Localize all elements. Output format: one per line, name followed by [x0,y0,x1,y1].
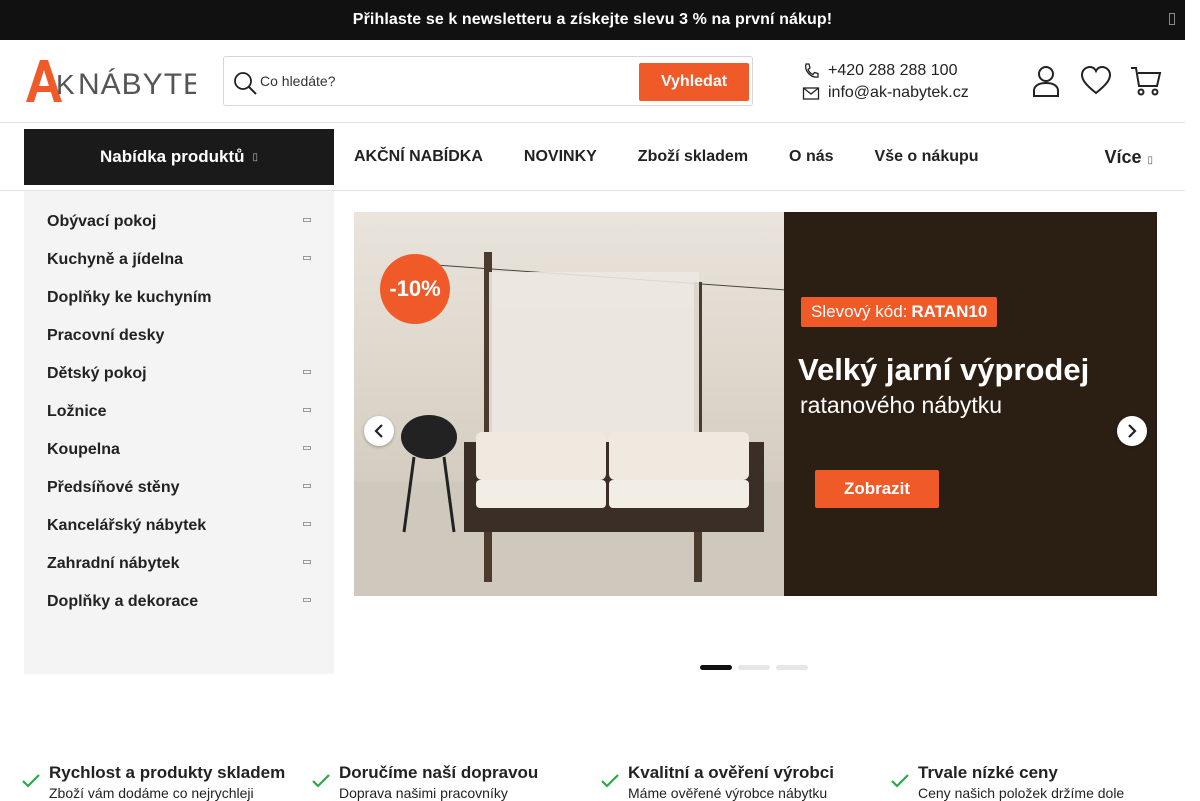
category-item[interactable]: Ložnice [47,393,317,431]
category-label: Zahradní nábytek [47,555,180,572]
category-label: Ložnice [47,403,107,420]
slider-dot-active[interactable] [700,665,732,670]
category-label: Kuchyně a jídelna [47,251,184,268]
hero-cta-button[interactable]: Zobrazit [815,470,939,508]
benefit-title: Trvale nízké ceny [918,763,1058,782]
newsletter-message[interactable]: Přihlaste se k newsletteru a získejte sl… [353,11,832,29]
user-icon[interactable] [1030,64,1062,98]
chevron-right-icon [303,408,311,412]
nav-more-label: Více [1104,147,1142,167]
close-banner-icon[interactable] [1169,13,1175,25]
promo-code-value: RATAN10 [911,302,988,321]
category-item[interactable]: Doplňky a dekorace [47,583,317,621]
header-actions [1030,64,1162,98]
contact-info: +420 288 288 100 info@ak-nabytek.cz [802,60,969,104]
chevron-left-icon [374,424,383,438]
benefit-description: Máme ověřené výrobce nábytku [628,785,828,801]
phone-icon [805,63,819,78]
search-icon [234,72,257,95]
discount-badge: -10% [380,254,450,324]
newsletter-banner[interactable]: Přihlaste se k newsletteru a získejte sl… [0,0,1185,40]
promo-code-box: Slevový kód: RATAN10 [801,297,998,327]
category-label: Koupelna [47,441,120,458]
chevron-down-icon: ▯ [1147,155,1153,166]
hero-banner[interactable]: -10% Slevový kód: RATAN10 Velký jarní vý… [354,212,1157,596]
benefit-title: Kvalitní a ověření výrobci [628,763,834,782]
category-item[interactable]: Zahradní nábytek [47,545,317,583]
rattan-sofa-illustration [394,252,814,582]
category-label: Obývací pokoj [47,213,157,230]
chevron-right-icon [303,560,311,564]
benefit-title: Doručíme naší dopravou [339,763,539,782]
nav-link-akcni-nabidka[interactable]: AKČNÍ NABÍDKA [354,148,483,166]
heart-icon[interactable] [1080,64,1112,98]
chevron-right-icon [303,598,311,602]
nav-more-button[interactable]: Více ▯ [1104,147,1153,168]
category-label: Pracovní desky [47,327,165,344]
category-label: Kancelářský nábytek [47,517,207,534]
email-address[interactable]: info@ak-nabytek.cz [828,84,969,102]
category-label: Doplňky ke kuchyním [47,289,212,306]
benefit-description: Zboží vám dodáme co nejrychleji [49,785,254,801]
benefits-strip: Rychlost a produkty skladem Zboží vám do… [22,760,1182,801]
category-label: Dětský pokoj [47,365,147,382]
products-menu-label: Nabídka produktů [99,147,245,166]
benefit-description: Ceny našich položek držíme dole [918,785,1125,801]
chevron-right-icon [303,370,311,374]
phone-row[interactable]: +420 288 288 100 [802,60,969,82]
category-item[interactable]: Kancelářský nábytek [47,507,317,545]
site-logo[interactable]: K NÁBYTEK [26,58,224,104]
checkmark-icon [891,774,909,788]
benefit-description: Doprava našimi pracovníky [339,785,508,801]
search-button[interactable]: Vyhledat [639,63,749,101]
chevron-down-icon: ▯ [252,151,259,163]
slider-dot[interactable] [776,665,808,670]
nav-links: AKČNÍ NABÍDKA NOVINKY Zboží skladem O ná… [354,123,1020,191]
category-item[interactable]: Pracovní desky [47,317,317,355]
mail-icon [802,87,820,100]
search-input[interactable] [260,69,630,93]
checkmark-icon [22,774,40,788]
category-sidebar: Obývací pokoj Kuchyně a jídelna Doplňky … [24,191,334,674]
hero-title: Velký jarní výprodej [798,352,1090,387]
checkmark-icon [601,774,619,788]
chevron-right-icon [303,218,311,222]
promo-code-label: Slevový kód: [811,302,908,321]
category-label: Doplňky a dekorace [47,593,199,610]
chevron-right-icon [303,446,311,450]
category-item[interactable]: Koupelna [47,431,317,469]
category-item[interactable]: Obývací pokoj [47,203,317,241]
nav-link-zbozi-skladem[interactable]: Zboží skladem [638,148,748,166]
benefit-title: Rychlost a produkty skladem [49,763,286,782]
site-header: K NÁBYTEK Vyhledat +420 288 288 100 info… [0,40,1185,123]
nav-link-o-nas[interactable]: O nás [789,148,833,166]
category-item[interactable]: Kuchyně a jídelna [47,241,317,279]
slider-pagination [700,665,808,670]
category-label: Předsíňové stěny [47,479,180,496]
slider-dot[interactable] [738,665,770,670]
category-item[interactable]: Dětský pokoj [47,355,317,393]
slider-next-button[interactable] [1117,416,1147,446]
slider-prev-button[interactable] [364,416,394,446]
hero-subtitle: ratanového nábytku [800,392,1003,418]
email-row[interactable]: info@ak-nabytek.cz [802,82,969,104]
main-nav: Nabídka produktů ▯ AKČNÍ NABÍDKA NOVINKY… [0,123,1185,191]
checkmark-icon [312,774,330,788]
chevron-right-icon [303,256,311,260]
category-item[interactable]: Doplňky ke kuchyním [47,279,317,317]
nav-link-novinky[interactable]: NOVINKY [524,148,597,166]
chevron-right-icon [303,522,311,526]
chevron-right-icon [303,484,311,488]
search-bar: Vyhledat [223,56,753,106]
svg-text:NÁBYTEK: NÁBYTEK [78,68,196,101]
cart-icon[interactable] [1130,64,1162,98]
category-item[interactable]: Předsíňové stěny [47,469,317,507]
phone-number[interactable]: +420 288 288 100 [828,62,957,80]
nav-link-vse-o-nakupu[interactable]: Vše o nákupu [875,148,979,166]
chevron-right-icon [1128,424,1137,438]
svg-text:K: K [56,69,76,100]
products-menu-button[interactable]: Nabídka produktů ▯ [24,129,334,185]
